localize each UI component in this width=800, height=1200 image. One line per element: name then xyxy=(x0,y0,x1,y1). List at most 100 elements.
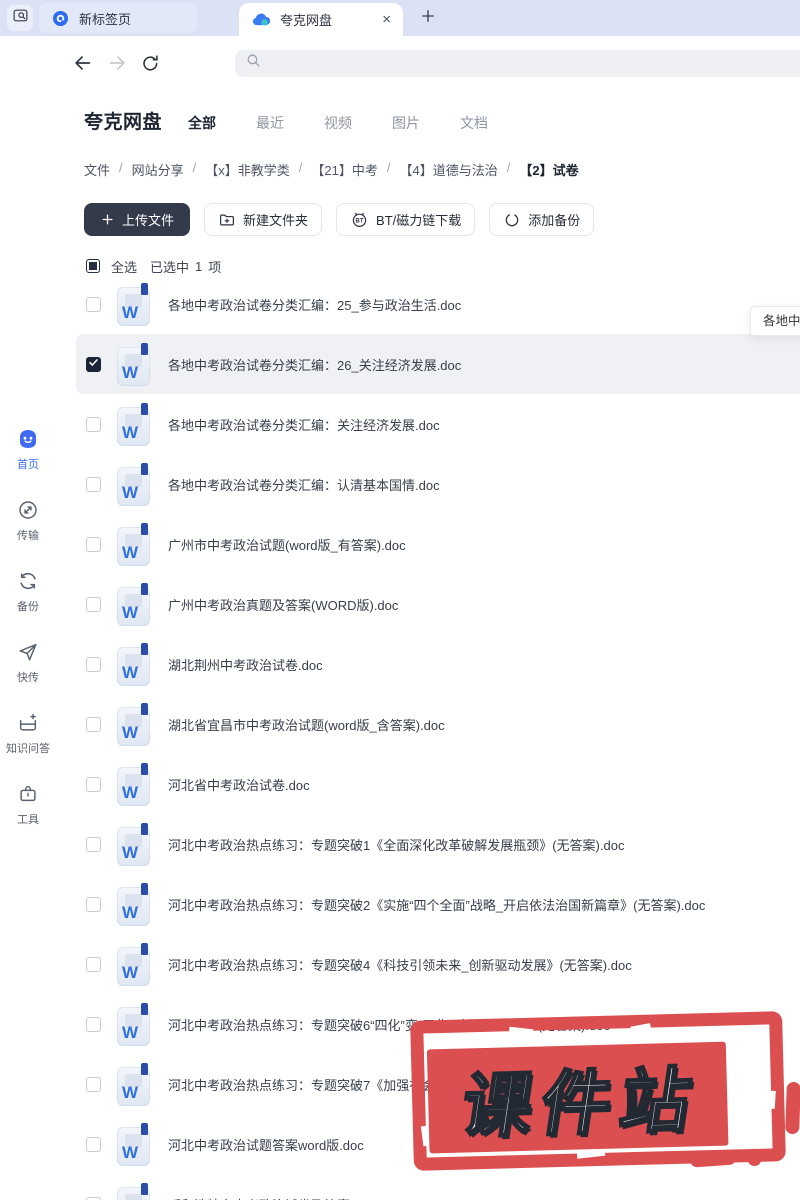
file-checkbox[interactable] xyxy=(86,1076,101,1092)
browser-nav-bar xyxy=(0,36,800,90)
file-row[interactable]: W 河北中考政治热点练习：专题突破1《全面深化改革破解发展瓶颈》(无答案).doc xyxy=(76,814,800,874)
file-checkbox[interactable] xyxy=(86,596,101,612)
file-checkbox[interactable] xyxy=(86,776,101,792)
drive-tab-1[interactable]: 最近 xyxy=(256,113,284,133)
add-backup-button[interactable]: 添加备份 xyxy=(489,203,595,236)
quick-send-icon xyxy=(17,640,39,664)
file-checkbox[interactable] xyxy=(86,896,101,912)
tab-search-button[interactable] xyxy=(7,5,33,31)
file-row[interactable]: W 各地中考政治试卷分类汇编：26_关注经济发展.doc xyxy=(76,334,800,394)
tab-close-icon[interactable]: × xyxy=(382,12,391,27)
file-checkbox[interactable] xyxy=(86,956,101,972)
sidebar-item-backup[interactable]: 备份 xyxy=(0,569,56,640)
file-checkbox[interactable] xyxy=(86,536,101,552)
bt-magnet-download-button[interactable]: BT BT/磁力链下载 xyxy=(336,203,476,236)
file-name[interactable]: 广州市中考政治试题(word版_有答案).doc xyxy=(168,535,406,554)
file-checkbox[interactable] xyxy=(86,836,101,852)
breadcrumb-item[interactable]: 【2】试卷 xyxy=(519,160,578,179)
file-row[interactable]: W 广州市中考政治试题(word版_有答案).doc xyxy=(76,514,800,574)
selected-label: 已选中 xyxy=(150,259,190,275)
file-name[interactable]: 河北中考政治热点练习：专题突破6“四化”变“五化”_新增绿色化》(无答案).do… xyxy=(168,1015,610,1034)
file-row[interactable]: W 河北中考政治热点练习：专题突破2《实施“四个全面”战略_开启依法治国新篇章》(… xyxy=(76,874,800,934)
sidebar-item-qa[interactable]: 知识问答 xyxy=(0,711,56,782)
breadcrumb-item[interactable]: 【21】中考 xyxy=(311,160,377,179)
file-name[interactable]: 河北中考政治热点练习：专题突破2《实施“四个全面”战略_开启依法治国新篇章》(无… xyxy=(168,895,705,914)
breadcrumb-item[interactable]: 网站分享 xyxy=(132,160,184,179)
file-name[interactable]: 各地中考政治试卷分类汇编：关注经济发展.doc xyxy=(168,415,440,434)
browser-search-bar[interactable] xyxy=(235,49,800,77)
file-name[interactable]: 河北省中考政治试卷.doc xyxy=(168,775,310,794)
file-row[interactable]: W 广州中考政治真题及答案(WORD版).doc xyxy=(76,574,800,634)
file-checkbox[interactable] xyxy=(86,656,101,672)
file-row[interactable]: W 河北中考政治试题答案word版.doc xyxy=(76,1114,800,1174)
back-button[interactable] xyxy=(72,52,94,74)
sidebar-item-transfer[interactable]: 传输 xyxy=(0,498,56,569)
word-doc-icon: W xyxy=(117,822,150,866)
file-checkbox[interactable] xyxy=(86,1196,101,1200)
file-name[interactable]: 河北中考政治试题答案word版.doc xyxy=(168,1135,364,1154)
drive-tab-4[interactable]: 文档 xyxy=(460,113,488,133)
file-checkbox[interactable] xyxy=(86,476,101,492)
select-all-label[interactable]: 全选 xyxy=(111,257,137,276)
word-doc-icon: W xyxy=(117,342,150,386)
refresh-button[interactable] xyxy=(140,53,161,74)
file-name[interactable]: 湖北荆州中考政治试卷.doc xyxy=(168,655,323,674)
breadcrumb-item[interactable]: 【4】道德与法治 xyxy=(400,160,498,179)
svg-text:BT: BT xyxy=(356,219,364,225)
file-name[interactable]: 呼和浩特市中考政治试卷及答案.doc xyxy=(168,1195,375,1200)
file-row[interactable]: W 河北中考政治热点练习：专题突破4《科技引领未来_创新驱动发展》(无答案).do… xyxy=(76,934,800,994)
breadcrumb-item[interactable]: 【x】非教学类 xyxy=(205,160,290,179)
file-name[interactable]: 各地中考政治试卷分类汇编：25_参与政治生活.doc xyxy=(168,295,461,314)
file-checkbox[interactable] xyxy=(86,296,101,312)
file-row[interactable]: W 河北省中考政治试卷.doc xyxy=(76,754,800,814)
file-row[interactable]: W 河北中考政治热点练习：专题突破7《加强社会保障惠及百姓民生》(无答案).doc xyxy=(76,1054,800,1114)
drive-tab-all[interactable]: 全部 xyxy=(188,113,216,133)
file-row[interactable]: W 各地中考政治试卷分类汇编：关注经济发展.doc xyxy=(76,394,800,454)
folder-plus-icon xyxy=(218,211,236,229)
drive-tab-3[interactable]: 图片 xyxy=(392,113,420,133)
file-row[interactable]: W 湖北省宜昌市中考政治试题(word版_含答案).doc xyxy=(76,694,800,754)
search-input[interactable] xyxy=(268,49,800,77)
file-name[interactable]: 河北中考政治热点练习：专题突破7《加强社会保障惠及百姓民生》(无答案).doc xyxy=(168,1075,624,1094)
file-row[interactable]: W 呼和浩特市中考政治试卷及答案.doc xyxy=(76,1174,800,1200)
file-checkbox[interactable] xyxy=(86,1016,101,1032)
drive-tab-2[interactable]: 视频 xyxy=(324,113,352,133)
file-row[interactable]: W 湖北荆州中考政治试卷.doc xyxy=(76,634,800,694)
forward-button[interactable] xyxy=(106,52,128,74)
new-tab-button[interactable] xyxy=(419,7,437,30)
file-checkbox[interactable] xyxy=(86,716,101,732)
button-label: BT/磁力链下载 xyxy=(376,213,462,228)
browser-tab-quark-drive[interactable]: 夸克网盘 × xyxy=(239,3,403,36)
drive-header: 夸克网盘 全部 最近 视频 图片 文档 xyxy=(84,107,800,134)
file-name[interactable]: 各地中考政治试卷分类汇编：26_关注经济发展.doc xyxy=(168,355,461,374)
file-name[interactable]: 各地中考政治试卷分类汇编：认清基本国情.doc xyxy=(168,475,440,494)
file-name[interactable]: 河北中考政治热点练习：专题突破4《科技引领未来_创新驱动发展》(无答案).doc xyxy=(168,955,632,974)
upload-file-button[interactable]: 上传文件 xyxy=(84,203,191,236)
file-name[interactable]: 湖北省宜昌市中考政治试题(word版_含答案).doc xyxy=(168,715,445,734)
browser-tab-newtab[interactable]: 新标签页 xyxy=(39,3,197,33)
quark-drive-logo-icon xyxy=(251,10,271,30)
file-checkbox-checked[interactable] xyxy=(86,356,101,372)
word-doc-icon: W xyxy=(117,882,150,926)
file-checkbox[interactable] xyxy=(86,1136,101,1152)
sidebar-item-tools[interactable]: 工具 xyxy=(0,782,56,853)
browser-tab-title: 夸克网盘 xyxy=(280,13,333,28)
file-name[interactable]: 河北中考政治热点练习：专题突破1《全面深化改革破解发展瓶颈》(无答案).doc xyxy=(168,835,624,854)
sidebar-item-label: 知识问答 xyxy=(6,743,50,755)
plus-icon xyxy=(419,7,437,30)
file-name[interactable]: 广州中考政治真题及答案(WORD版).doc xyxy=(168,595,398,614)
breadcrumb-separator: / xyxy=(386,160,391,175)
breadcrumb-item[interactable]: 文件 xyxy=(84,160,110,179)
file-row[interactable]: W 各地中考政治试卷分类汇编：25_参与政治生活.doc xyxy=(76,274,800,334)
file-row[interactable]: W 各地中考政治试卷分类汇编：认清基本国情.doc xyxy=(76,454,800,514)
select-all-checkbox[interactable] xyxy=(86,259,100,273)
file-row[interactable]: W 河北中考政治热点练习：专题突破6“四化”变“五化”_新增绿色化》(无答案).d… xyxy=(76,994,800,1054)
new-folder-button[interactable]: 新建文件夹 xyxy=(204,203,323,236)
sidebar-item-quick-send[interactable]: 快传 xyxy=(0,640,56,711)
plus-icon xyxy=(100,212,115,227)
sidebar-item-label: 备份 xyxy=(17,601,39,613)
page-body: 首页 传输 备份 快传 知识问答 工具 夸克网盘 全部 最近 视频 图片 文档 文件 / 网站分享 / 【… xyxy=(0,90,800,1200)
sidebar-item-home[interactable]: 首页 xyxy=(0,427,56,498)
page-title: 夸克网盘 xyxy=(84,112,163,133)
file-checkbox[interactable] xyxy=(86,416,101,432)
